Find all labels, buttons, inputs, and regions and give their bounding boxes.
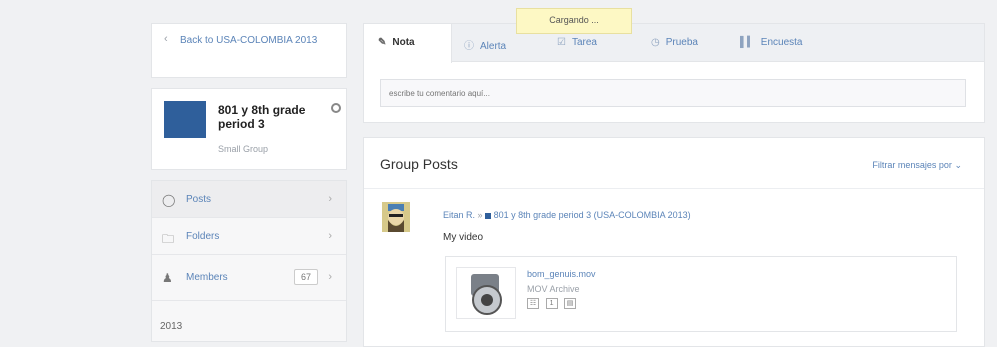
tab-alerta[interactable]: ⓘ Alerta (464, 24, 506, 62)
tab-label: Encuesta (760, 37, 803, 48)
comment-input[interactable] (380, 79, 966, 107)
assignment-icon: ☑ (557, 37, 566, 48)
filter-dropdown[interactable]: Filtrar mensajes por ⌄ (872, 160, 962, 171)
gear-icon[interactable] (331, 103, 341, 113)
members-count-badge: 67 (294, 269, 318, 285)
avatar[interactable] (382, 202, 410, 232)
post-group-ref[interactable]: 801 y 8th grade period 3 (USA-COLOMBIA 2… (494, 210, 691, 220)
loading-text: Cargando ... (549, 15, 599, 25)
tab-label: Tarea (571, 37, 597, 48)
chevron-left-icon: ‹ (164, 33, 168, 45)
file-thumbnail[interactable] (456, 267, 516, 319)
nav-item-posts[interactable]: ◯ Posts › (152, 181, 346, 218)
filter-label: Filtrar mensajes por (872, 160, 952, 170)
tab-label: Nota (392, 37, 415, 48)
file-actions: ☷ 1 ▤ (527, 298, 580, 310)
tab-nota[interactable]: ✎ Nota (364, 24, 452, 63)
folder-icon: 🗀 (162, 232, 175, 246)
post-attachment[interactable]: bom_genuis.mov MOV Archive ☷ 1 ▤ (445, 256, 957, 332)
divider (364, 188, 984, 189)
nav-item-label: Members (186, 272, 228, 283)
loading-banner: Cargando ... (516, 8, 632, 34)
posts-title: Group Posts (380, 156, 458, 172)
group-card: 801 y 8th grade period 3 Small Group (151, 88, 347, 170)
tab-encuesta[interactable]: ▌▍ Encuesta (740, 24, 802, 62)
document-icon[interactable]: ▤ (564, 298, 577, 310)
chevron-right-icon: › (328, 230, 332, 242)
group-name: 801 y 8th grade period 3 (218, 103, 306, 131)
tab-label: Alerta (480, 41, 507, 52)
chevron-right-icon: › (328, 271, 332, 283)
book-icon[interactable]: ☷ (527, 298, 539, 310)
nav-item-label: Folders (186, 231, 220, 242)
group-posts-panel: Group Posts Filtrar mensajes por ⌄ Eitan… (363, 137, 985, 347)
attachment-count: 1 (545, 298, 558, 310)
chevron-right-icon: › (328, 193, 332, 205)
poll-icon: ▌▍ (740, 37, 755, 48)
group-nav: ◯ Posts › 🗀 Folders › ♟ Members 67 › 201… (151, 180, 347, 342)
tab-label: Prueba (665, 37, 698, 48)
quiz-icon: ◷ (651, 37, 660, 48)
post-author[interactable]: Eitan R. (443, 210, 475, 220)
nav-item-members[interactable]: ♟ Members 67 › (152, 255, 346, 301)
file-name[interactable]: bom_genuis.mov (527, 269, 596, 279)
group-avatar (164, 101, 206, 138)
chat-bubble-icon: ◯ (162, 193, 176, 207)
post-composer: ✎ Nota ⓘ Alerta ☑ Tarea ◷ Prueba ▌▍ Encuesta (363, 23, 985, 123)
back-link-label: Back to USA-COLOMBIA 2013 (180, 35, 318, 46)
tab-prueba[interactable]: ◷ Prueba (651, 24, 698, 62)
members-icon: ♟ (162, 271, 173, 285)
post-message: My video (443, 232, 484, 243)
back-link[interactable]: ‹ Back to USA-COLOMBIA 2013 (151, 23, 347, 78)
file-type: MOV Archive (527, 284, 580, 294)
arrow-right-icon: » (477, 210, 486, 220)
group-type: Small Group (218, 144, 269, 154)
note-icon: ✎ (378, 37, 387, 48)
composer-tabs: ✎ Nota ⓘ Alerta ☑ Tarea ◷ Prueba ▌▍ Encuesta (364, 24, 984, 63)
nav-item-label: Posts (186, 194, 212, 205)
sidebar-footer-text: 2013 (160, 321, 183, 332)
chevron-down-icon: ⌄ (954, 160, 962, 170)
nav-item-folders[interactable]: 🗀 Folders › (152, 218, 346, 255)
post-author-line[interactable]: Eitan R. » 801 y 8th grade period 3 (USA… (443, 210, 691, 220)
alert-icon: ⓘ (464, 41, 474, 52)
group-square-icon (485, 212, 492, 219)
